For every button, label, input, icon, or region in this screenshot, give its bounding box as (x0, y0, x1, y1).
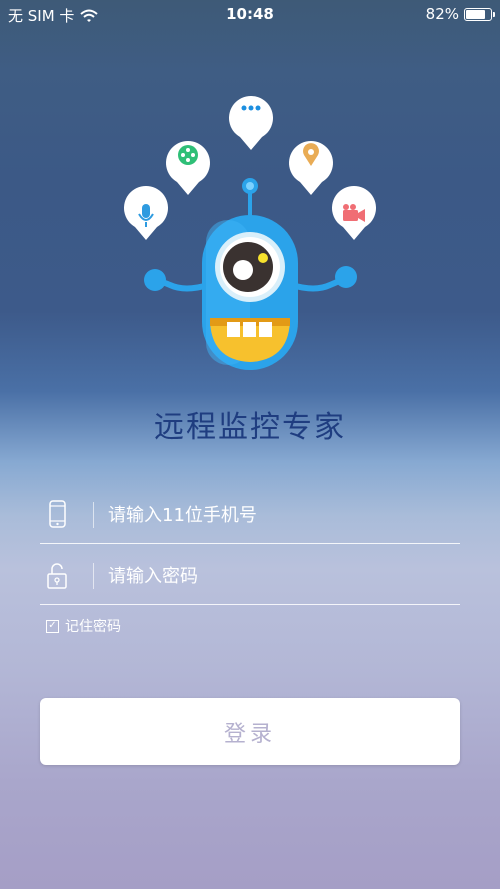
password-field-underline (40, 604, 460, 605)
phone-field-divider (93, 502, 94, 528)
mascot-illustration (0, 0, 500, 400)
password-input[interactable] (108, 559, 448, 593)
phone-field-underline (40, 543, 460, 544)
film-bubble (166, 140, 211, 195)
robot-mascot-icon (124, 95, 376, 370)
login-button[interactable]: 登录 (40, 698, 460, 765)
chat-dots-icon (241, 105, 261, 111)
camera-bubble (332, 185, 376, 240)
remember-label: 记住密码 (65, 619, 121, 635)
phone-icon (49, 500, 66, 528)
lock-icon (47, 563, 67, 589)
film-reel-icon (178, 145, 198, 165)
phone-input[interactable] (108, 498, 448, 532)
password-field-divider (93, 563, 94, 589)
microphone-bubble (124, 185, 168, 240)
chat-bubble (228, 95, 274, 150)
app-title: 远程监控专家 (154, 410, 346, 445)
remember-checkbox[interactable]: ✓ (46, 619, 59, 633)
password-field-row (40, 545, 460, 605)
remember-password[interactable]: ✓ 记住密码 (46, 616, 121, 636)
location-bubble (289, 140, 334, 195)
phone-field-row (40, 484, 460, 544)
